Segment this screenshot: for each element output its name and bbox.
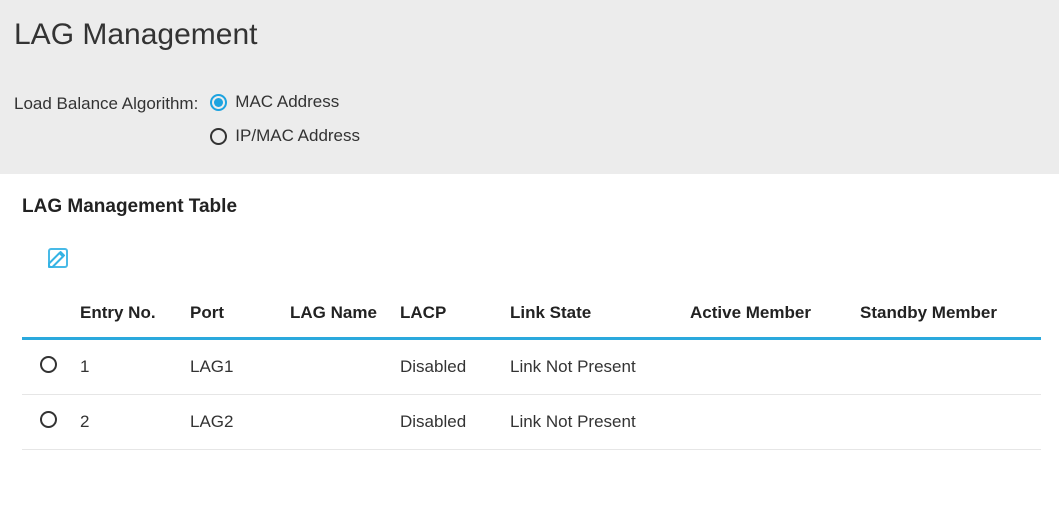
col-lacp: LACP bbox=[392, 295, 502, 339]
col-select bbox=[22, 295, 72, 339]
radio-icon bbox=[210, 128, 227, 145]
cell-active bbox=[682, 395, 852, 450]
load-balance-row: Load Balance Algorithm: MAC Address IP/M… bbox=[14, 92, 1045, 146]
col-entry: Entry No. bbox=[72, 295, 182, 339]
cell-link: Link Not Present bbox=[502, 395, 682, 450]
table-title: LAG Management Table bbox=[22, 196, 1041, 218]
table-row: 1 LAG1 Disabled Link Not Present bbox=[22, 339, 1041, 395]
cell-entry: 2 bbox=[72, 395, 182, 450]
radio-mac-address[interactable]: MAC Address bbox=[210, 92, 360, 112]
cell-port: LAG1 bbox=[182, 339, 282, 395]
col-standby: Standby Member bbox=[852, 295, 1041, 339]
table-row: 2 LAG2 Disabled Link Not Present bbox=[22, 395, 1041, 450]
col-lagname: LAG Name bbox=[282, 295, 392, 339]
radio-icon bbox=[210, 94, 227, 111]
page-header: LAG Management Load Balance Algorithm: M… bbox=[0, 0, 1059, 174]
cell-standby bbox=[852, 395, 1041, 450]
lag-table-section: LAG Management Table Entry No. Port LAG … bbox=[0, 174, 1059, 460]
page-title: LAG Management bbox=[14, 18, 1045, 52]
cell-lacp: Disabled bbox=[392, 395, 502, 450]
cell-link: Link Not Present bbox=[502, 339, 682, 395]
cell-port: LAG2 bbox=[182, 395, 282, 450]
col-link: Link State bbox=[502, 295, 682, 339]
edit-icon[interactable] bbox=[46, 246, 70, 270]
cell-lacp: Disabled bbox=[392, 339, 502, 395]
load-balance-label: Load Balance Algorithm: bbox=[14, 92, 210, 114]
lag-management-table: Entry No. Port LAG Name LACP Link State … bbox=[22, 295, 1041, 450]
table-toolbar bbox=[22, 246, 1041, 275]
col-port: Port bbox=[182, 295, 282, 339]
cell-active bbox=[682, 339, 852, 395]
row-select-radio[interactable] bbox=[40, 411, 57, 428]
radio-label: MAC Address bbox=[235, 92, 339, 112]
col-active: Active Member bbox=[682, 295, 852, 339]
radio-label: IP/MAC Address bbox=[235, 126, 360, 146]
cell-standby bbox=[852, 339, 1041, 395]
row-select-radio[interactable] bbox=[40, 356, 57, 373]
radio-ip-mac-address[interactable]: IP/MAC Address bbox=[210, 126, 360, 146]
load-balance-radio-group: MAC Address IP/MAC Address bbox=[210, 92, 360, 146]
cell-lagname bbox=[282, 339, 392, 395]
cell-lagname bbox=[282, 395, 392, 450]
cell-entry: 1 bbox=[72, 339, 182, 395]
